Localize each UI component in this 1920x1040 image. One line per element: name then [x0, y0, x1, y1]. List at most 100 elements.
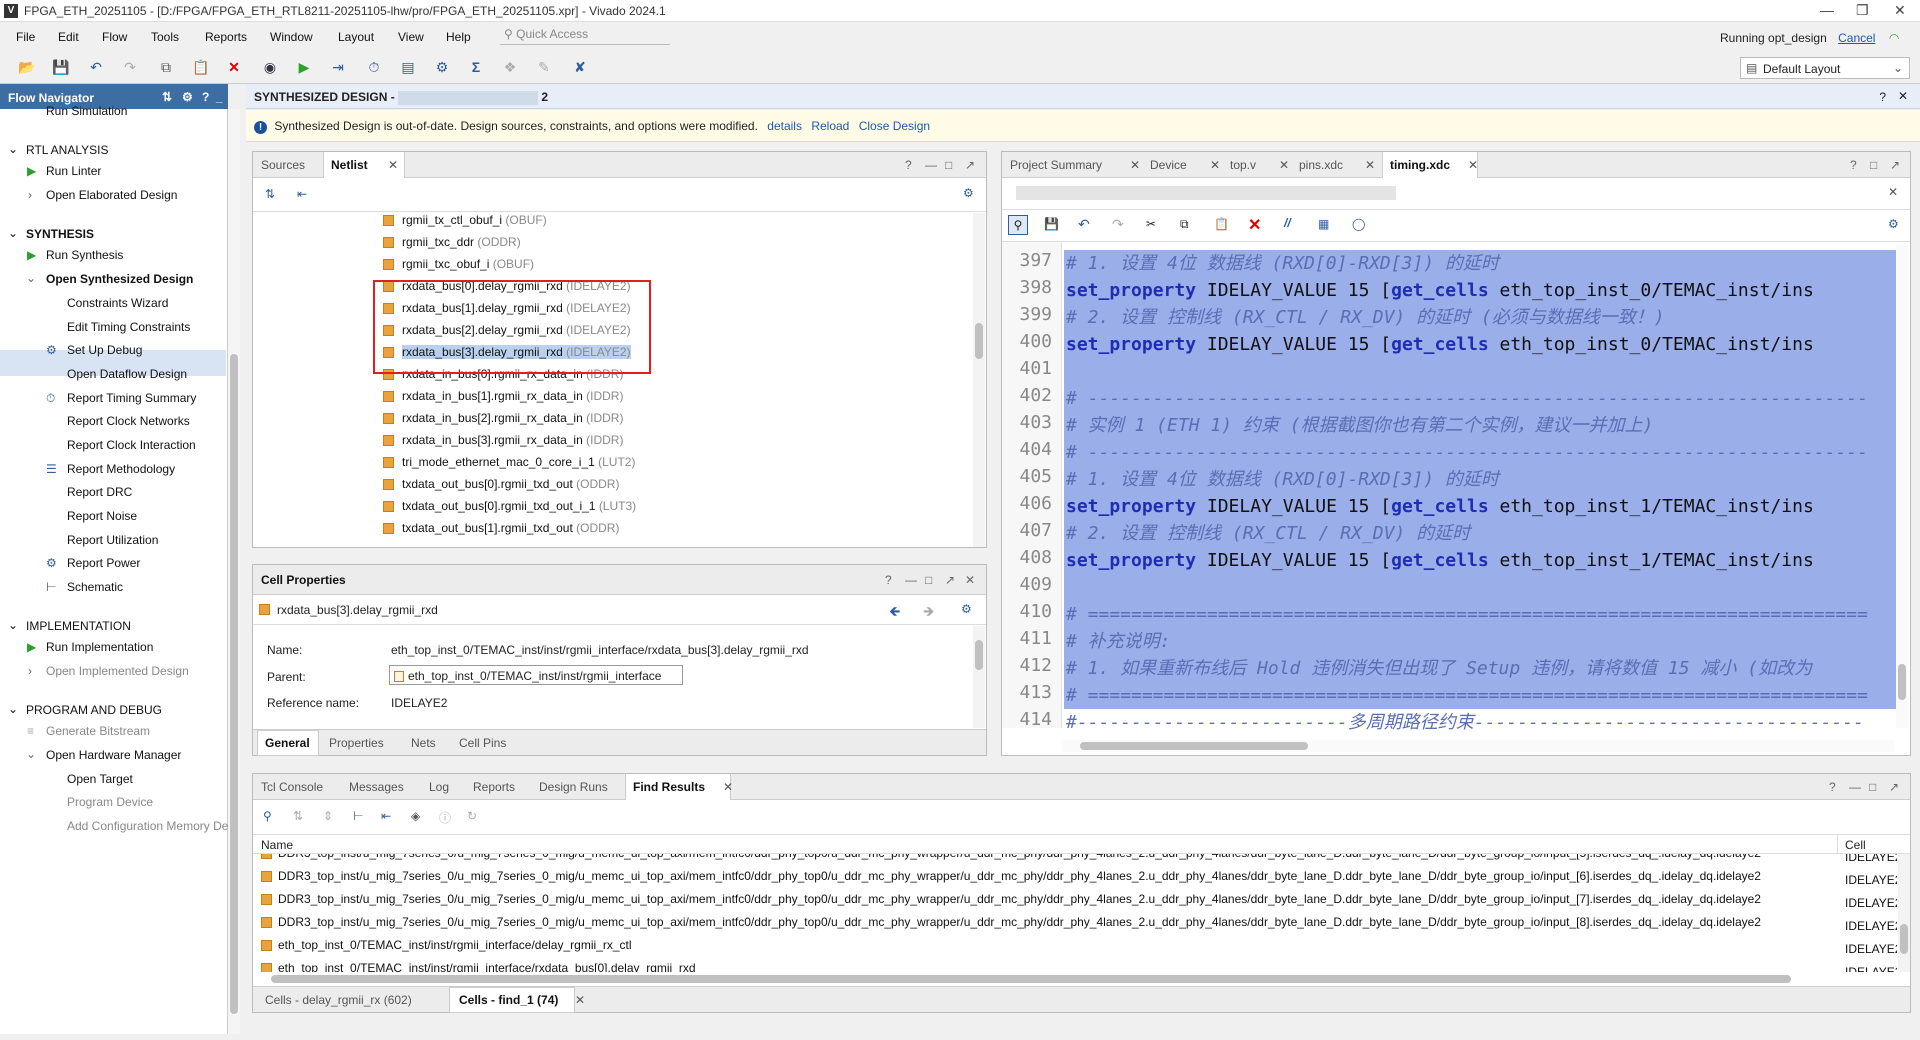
flow-nav-item[interactable]: Report Utilization: [67, 533, 158, 547]
code-line[interactable]: set_property IDELAY_VALUE 15 [get_cells …: [1066, 331, 1814, 358]
netlist-cell-row[interactable]: rgmii_txc_obuf_i (OBUF): [383, 257, 534, 279]
tab-sources[interactable]: Sources: [261, 158, 305, 172]
code-line[interactable]: # 1. 设置 4位 数据线 (RXD[0]-RXD[3]) 的延时: [1066, 466, 1499, 493]
flow-nav-item[interactable]: Set Up Debug: [67, 343, 142, 357]
close-tab-icon[interactable]: ✕: [1468, 158, 1478, 172]
flow-nav-item[interactable]: Run Implementation: [46, 640, 153, 654]
flow-nav-item[interactable]: Open Synthesized Design: [46, 272, 193, 286]
menu-view[interactable]: View: [398, 30, 424, 44]
sigma-icon[interactable]: Σ: [468, 59, 484, 75]
netlist-cell-row[interactable]: rxdata_in_bus[1].rgmii_rx_data_in (IDDR): [383, 389, 623, 411]
section-collapse-icon[interactable]: ⌄: [8, 142, 18, 156]
minimize-icon[interactable]: —: [1820, 2, 1834, 18]
flow-nav-item[interactable]: Report Noise: [67, 509, 137, 523]
scroll-thumb[interactable]: [1898, 664, 1906, 700]
tab-nets[interactable]: Nets: [411, 736, 436, 750]
run-icon[interactable]: ▶: [296, 59, 312, 75]
tab-timing-xdc[interactable]: timing.xdc: [1390, 158, 1450, 172]
collapse-all-icon[interactable]: ⇅: [293, 809, 303, 823]
flow-nav-item[interactable]: Edit Timing Constraints: [67, 320, 190, 334]
code-line[interactable]: # 实例 1 (ETH 1) 约束 (根据截图你也有第二个实例，建议一并加上): [1066, 412, 1653, 439]
float-panel-icon[interactable]: ↗: [1889, 780, 1899, 794]
netlist-cell-row[interactable]: rgmii_tx_ctl_obuf_i (OBUF): [383, 213, 547, 235]
tab-design-runs[interactable]: Design Runs: [539, 780, 608, 794]
tab-find-results[interactable]: Find Results: [633, 780, 705, 794]
tab-device[interactable]: Device: [1150, 158, 1187, 172]
settings-icon[interactable]: ⚙: [434, 59, 450, 75]
tab-cells-find-1[interactable]: Cells - find_1 (74): [459, 993, 558, 1007]
table-row[interactable]: DDR3_top_inst/u_mig_7series_0/u_mig_7ser…: [253, 888, 1897, 911]
float-panel-icon[interactable]: ↗: [945, 573, 955, 587]
netlist-cell-row[interactable]: txdata_out_bus[0].rgmii_txd_out (ODDR): [383, 477, 619, 499]
netlist-cell-row[interactable]: tri_mode_ethernet_mac_0_core_i_1 (LUT2): [383, 455, 635, 477]
close-tab-icon[interactable]: ✕: [388, 158, 398, 172]
flow-nav-item[interactable]: Report Clock Interaction: [67, 438, 196, 452]
minimize-panel-icon[interactable]: —: [1849, 780, 1861, 794]
section-collapse-icon[interactable]: ⌄: [8, 226, 18, 240]
netlist-cell-row[interactable]: rxdata_in_bus[3].rgmii_rx_data_in (IDDR): [383, 433, 623, 455]
scroll-thumb[interactable]: [271, 975, 1791, 983]
select-icon[interactable]: ⇤: [381, 809, 391, 823]
layout-selector[interactable]: ▤ Default Layout ⌄: [1740, 57, 1910, 79]
float-panel-icon[interactable]: ↗: [1890, 158, 1900, 172]
menu-flow[interactable]: Flow: [102, 30, 127, 44]
flow-nav-item[interactable]: Report Clock Networks: [67, 414, 190, 428]
help-icon[interactable]: ?: [905, 158, 912, 172]
comment-toggle-icon[interactable]: //: [1284, 216, 1291, 230]
paste-icon[interactable]: 📋: [1214, 217, 1229, 231]
table-row[interactable]: DDR3_top_inst/u_mig_7series_0/u_mig_7ser…: [253, 911, 1897, 934]
table-row[interactable]: DDR3_top_inst/u_mig_7series_0/u_mig_7ser…: [253, 854, 1897, 865]
close-tab-icon[interactable]: ✕: [575, 993, 585, 1007]
collapse-arrow-icon[interactable]: ⌄: [26, 271, 36, 285]
help-icon[interactable]: ?: [885, 573, 892, 587]
tab-netlist[interactable]: Netlist: [331, 158, 368, 172]
section-collapse-icon[interactable]: ⌄: [8, 618, 18, 632]
menu-edit[interactable]: Edit: [58, 30, 79, 44]
table-row[interactable]: DDR3_top_inst/u_mig_7series_0/u_mig_7ser…: [253, 865, 1897, 888]
close-design-icon[interactable]: ✕: [1898, 89, 1908, 103]
scroll-thumb[interactable]: [975, 323, 983, 359]
close-tab-icon[interactable]: ✕: [1210, 158, 1220, 172]
step-icon[interactable]: ⇥: [330, 59, 346, 75]
flow-nav-item[interactable]: Report Methodology: [67, 462, 175, 476]
delete-icon[interactable]: ✕: [226, 59, 242, 75]
code-line[interactable]: # ======================================…: [1066, 601, 1868, 628]
expand-all-icon[interactable]: ⇤: [297, 187, 307, 201]
reload-link[interactable]: Reload: [811, 119, 849, 133]
results-vscrollbar[interactable]: [1898, 854, 1910, 972]
forward-arrow-icon[interactable]: 🡺: [923, 601, 934, 625]
maximize-icon[interactable]: ❐: [1856, 2, 1869, 19]
find-icon[interactable]: ◉: [262, 59, 278, 75]
parent-link[interactable]: eth_top_inst_0/TEMAC_inst/inst/rgmii_int…: [389, 665, 683, 685]
mark-icon[interactable]: ◈: [411, 809, 420, 823]
menu-reports[interactable]: Reports: [205, 30, 247, 44]
quick-access-search[interactable]: ⚲ Quick Access: [500, 27, 670, 45]
tab-general[interactable]: General: [265, 736, 310, 750]
close-tab-icon[interactable]: ✕: [723, 780, 733, 794]
code-line[interactable]: # --------------------------------------…: [1066, 385, 1868, 412]
flow-nav-item[interactable]: Open Hardware Manager: [46, 748, 181, 762]
close-panel-icon[interactable]: ✕: [965, 573, 975, 587]
expand-all-icon[interactable]: ⇕: [323, 809, 333, 823]
undo-icon[interactable]: ↶: [1078, 216, 1090, 233]
netlist-cell-row[interactable]: txdata_out_bus[1].rgmii_txd_out (ODDR): [383, 521, 619, 543]
tab-cell-pins[interactable]: Cell Pins: [459, 736, 506, 750]
flow-nav-item[interactable]: Constraints Wizard: [67, 296, 168, 310]
menu-layout[interactable]: Layout: [338, 30, 374, 44]
tab-project-summary[interactable]: Project Summary: [1010, 158, 1102, 172]
float-panel-icon[interactable]: ↗: [965, 158, 975, 172]
flow-nav-item[interactable]: Report Timing Summary: [67, 391, 196, 405]
settings-icon[interactable]: ⚙: [963, 186, 974, 200]
code-line[interactable]: # 1. 设置 4位 数据线 (RXD[0]-RXD[3]) 的延时: [1066, 250, 1499, 277]
minimize-panel-icon[interactable]: —: [925, 158, 937, 172]
code-line[interactable]: # ======================================…: [1066, 682, 1868, 709]
scroll-thumb[interactable]: [230, 354, 238, 1014]
details-link[interactable]: details: [767, 119, 802, 133]
table-row[interactable]: eth_top_inst_0/TEMAC_inst/inst/rgmii_int…: [253, 957, 1897, 972]
code-line[interactable]: #-------------------------多周期路径约束-------…: [1066, 709, 1864, 736]
properties-scrollbar[interactable]: [973, 626, 985, 728]
code-line[interactable]: # --------------------------------------…: [1066, 439, 1868, 466]
flow-nav-item[interactable]: Run Synthesis: [46, 248, 123, 262]
scroll-thumb[interactable]: [1080, 742, 1308, 750]
editor-hscrollbar[interactable]: [1062, 740, 1894, 752]
